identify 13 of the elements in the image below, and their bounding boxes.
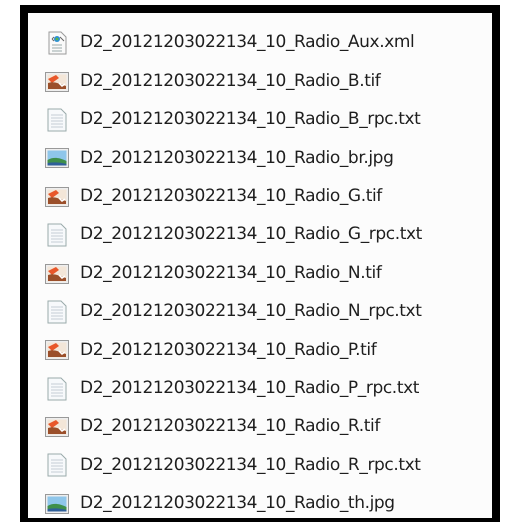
file-name[interactable]: D2_20121203022134_10_Radio_B.tif <box>80 68 380 94</box>
file-name[interactable]: D2_20121203022134_10_Radio_R_rpc.txt <box>80 452 421 478</box>
file-name[interactable]: D2_20121203022134_10_Radio_R.tif <box>80 414 380 440</box>
file-name[interactable]: D2_20121203022134_10_Radio_N_rpc.txt <box>80 299 422 325</box>
file-name[interactable]: D2_20121203022134_10_Radio_G_rpc.txt <box>80 222 422 248</box>
file-name[interactable]: D2_20121203022134_10_Radio_G.tif <box>80 184 382 210</box>
file-name[interactable]: D2_20121203022134_10_Radio_th.jpg <box>80 491 395 517</box>
file-name[interactable]: D2_20121203022134_10_Radio_N.tif <box>80 260 382 286</box>
file-name[interactable]: D2_20121203022134_10_Radio_P_rpc.txt <box>80 376 420 402</box>
file-name[interactable]: D2_20121203022134_10_Radio_Aux.xml <box>80 30 414 56</box>
file-name[interactable]: D2_20121203022134_10_Radio_br.jpg <box>80 146 394 172</box>
file-name[interactable]: D2_20121203022134_10_Radio_P.tif <box>80 338 376 364</box>
file-name[interactable]: D2_20121203022134_10_Radio_B_rpc.txt <box>80 107 420 133</box>
